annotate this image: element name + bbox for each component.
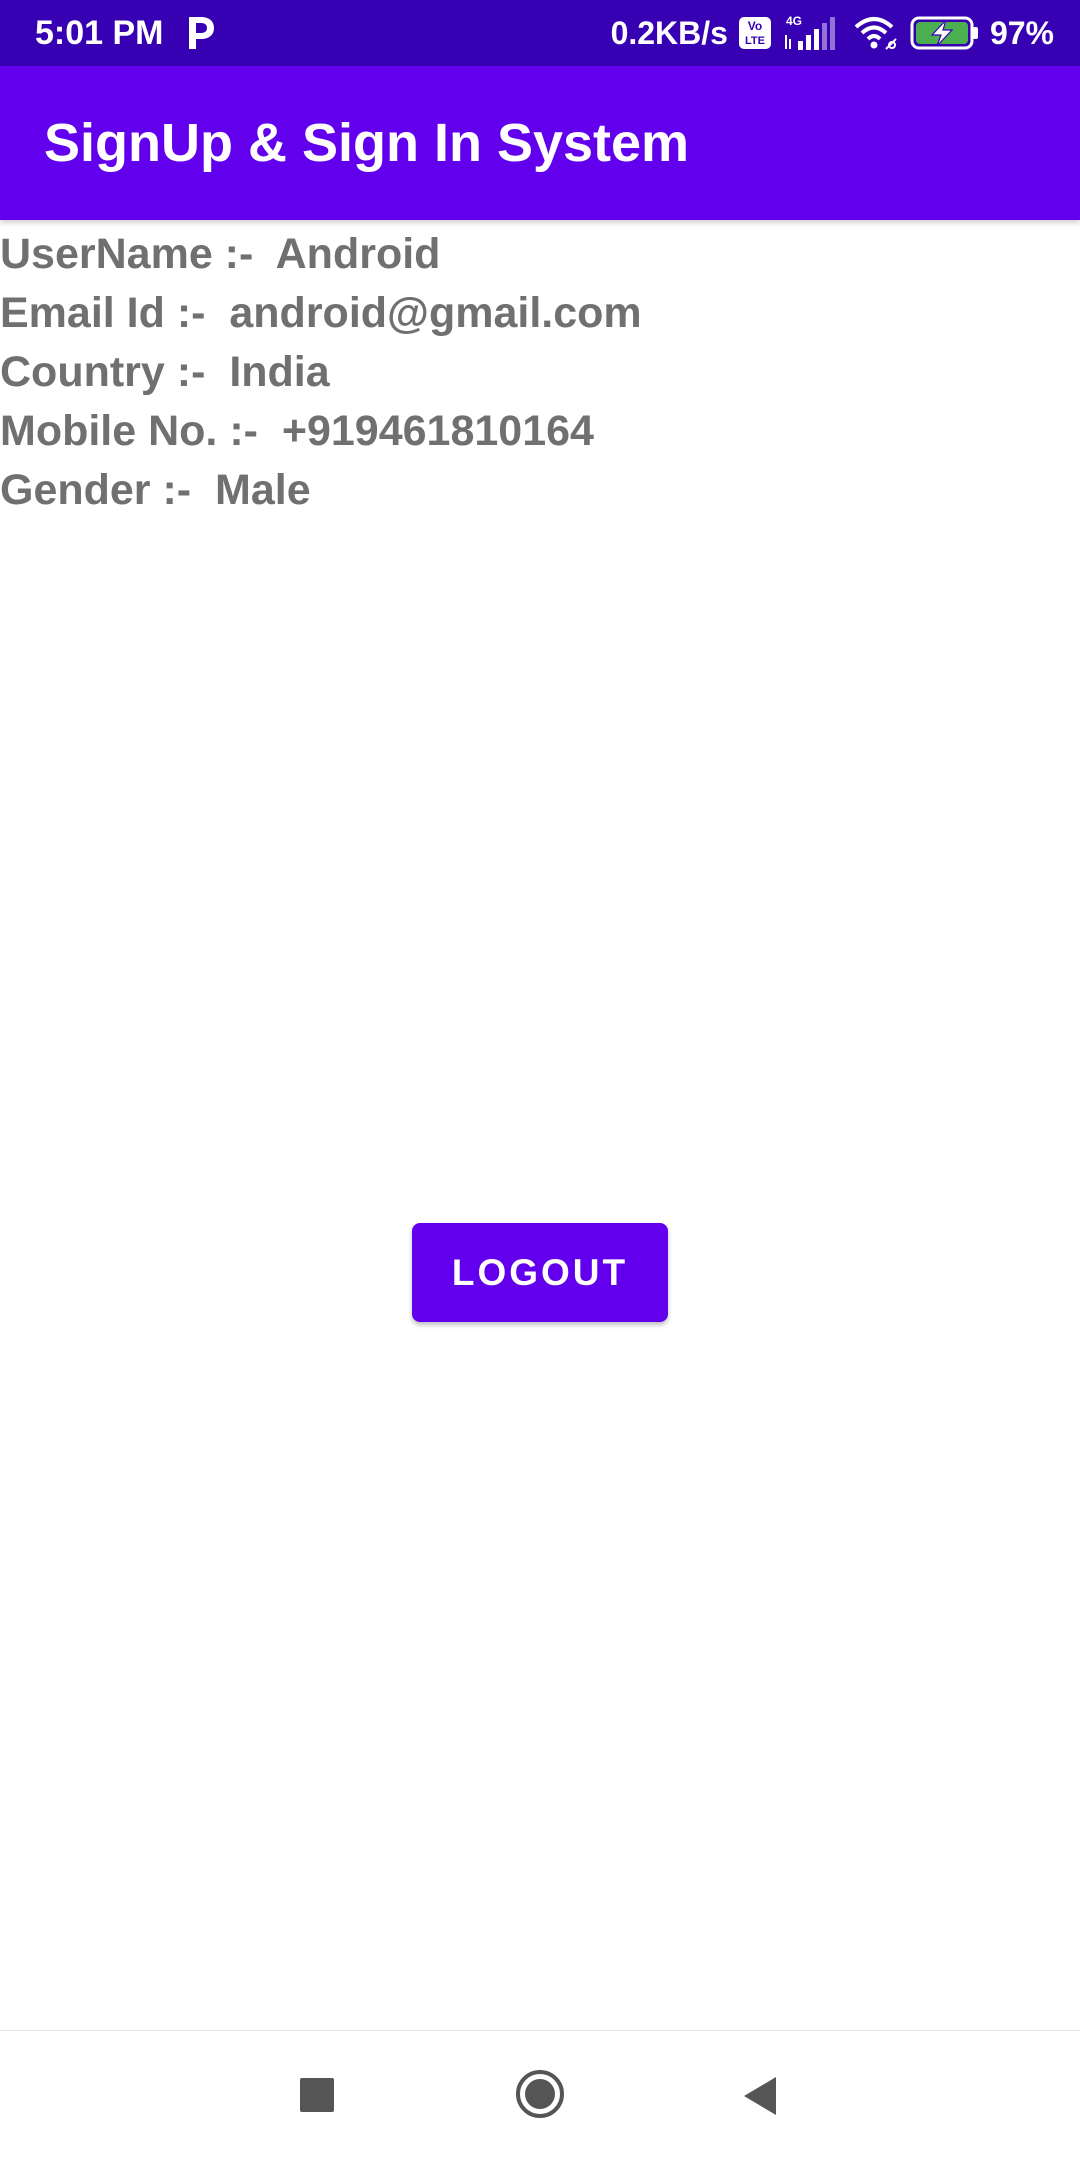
signal-icon: 4G — [784, 14, 835, 50]
battery-percent: 97% — [989, 15, 1054, 51]
navigation-bar — [0, 2030, 1080, 2161]
username-value: Android — [275, 230, 441, 278]
country-row: Country :- India — [0, 343, 1080, 402]
mobile-row: Mobile No. :- +919461810164 — [0, 402, 1080, 461]
gender-value: Male — [215, 466, 311, 514]
paytm-icon — [189, 17, 214, 49]
back-icon[interactable] — [742, 2075, 778, 2117]
wifi-icon — [854, 17, 897, 50]
status-time: 5:01 PM — [35, 14, 164, 52]
app-bar: SignUp & Sign In System — [0, 66, 1080, 220]
mobile-value: +919461810164 — [281, 407, 594, 455]
country-value: India — [229, 348, 330, 396]
app-title: SignUp & Sign In System — [44, 113, 690, 173]
email-value: android@gmail.com — [229, 289, 642, 337]
gender-row: Gender :- Male — [0, 461, 1080, 520]
profile-details: UserName :- Android Email Id :- android@… — [0, 225, 1080, 520]
volte-top-text: Vo — [748, 19, 762, 33]
volte-bottom-text: LTE — [745, 35, 765, 47]
battery-charging-icon — [910, 16, 978, 50]
network-type: 4G — [786, 14, 802, 28]
mobile-label: Mobile No. :- — [0, 407, 282, 455]
username-label: UserName :- — [0, 230, 276, 278]
email-label: Email Id :- — [0, 289, 230, 337]
volte-icon: Vo LTE — [738, 17, 771, 49]
gender-label: Gender :- — [0, 466, 216, 514]
country-label: Country :- — [0, 348, 230, 396]
network-speed: 0.2KB/s — [610, 15, 728, 51]
status-indicators: 0.2KB/s Vo LTE 4G 97% — [611, 10, 1054, 56]
logout-button[interactable]: LOGOUT — [412, 1223, 668, 1322]
email-row: Email Id :- android@gmail.com — [0, 284, 1080, 343]
status-bar: 5:01 PM 0.2KB/s Vo LTE 4G 97% — [0, 0, 1080, 66]
username-row: UserName :- Android — [0, 225, 1080, 284]
recents-icon[interactable] — [300, 2078, 334, 2112]
home-icon[interactable] — [514, 2068, 566, 2120]
